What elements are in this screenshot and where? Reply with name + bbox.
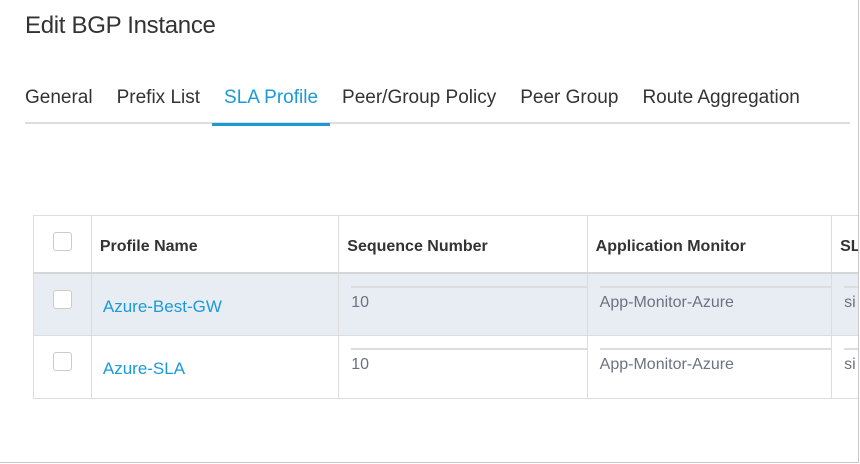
row-select-cell [34,274,92,335]
application-monitor-cell: App-Monitor-Azure [588,274,833,335]
header-sequence-number[interactable]: Sequence Number [339,216,588,272]
tab-peer-group[interactable]: Peer Group [520,84,618,124]
tab-peer-group-policy[interactable]: Peer/Group Policy [342,84,496,124]
edit-bgp-instance-dialog: Edit BGP Instance General Prefix List SL… [0,0,859,463]
header-sla[interactable]: SL [832,216,858,272]
select-all-cell [34,216,92,272]
profile-name-cell: Azure-Best-GW [92,274,340,335]
header-application-monitor[interactable]: Application Monitor [588,216,833,272]
row-checkbox[interactable] [52,352,72,371]
application-monitor-cell: App-Monitor-Azure [588,336,833,398]
sequence-number-cell: 10 [339,274,588,335]
profile-name-link[interactable]: Azure-SLA [100,355,185,379]
profile-name-link[interactable]: Azure-Best-GW [100,293,222,317]
application-monitor-field[interactable]: App-Monitor-Azure [599,348,832,374]
sequence-number-field[interactable]: 10 [351,286,587,312]
tab-route-aggregation[interactable]: Route Aggregation [642,84,799,124]
sla-field[interactable]: si [844,348,858,374]
sequence-number-field[interactable]: 10 [351,348,587,374]
sla-profile-table: Profile Name Sequence Number Application… [33,215,858,399]
tab-general[interactable]: General [25,84,93,124]
sequence-number-cell: 10 [339,336,588,398]
tab-bar: General Prefix List SLA Profile Peer/Gro… [25,84,850,126]
select-all-checkbox[interactable] [52,232,72,251]
table-row[interactable]: Azure-SLA 10 App-Monitor-Azure si [34,336,858,398]
tab-sla-profile[interactable]: SLA Profile [212,84,331,126]
tab-prefix-list[interactable]: Prefix List [117,84,200,124]
page-title: Edit BGP Instance [25,12,216,39]
sla-cell: si [832,336,858,398]
sla-cell: si [832,274,858,335]
application-monitor-field[interactable]: App-Monitor-Azure [599,286,832,312]
row-select-cell [34,336,92,398]
sla-field[interactable]: si [844,286,858,312]
table-header: Profile Name Sequence Number Application… [34,216,858,274]
profile-name-cell: Azure-SLA [92,336,340,398]
row-checkbox[interactable] [52,290,72,309]
table-row[interactable]: Azure-Best-GW 10 App-Monitor-Azure si [34,274,858,336]
header-profile-name[interactable]: Profile Name [92,216,340,272]
